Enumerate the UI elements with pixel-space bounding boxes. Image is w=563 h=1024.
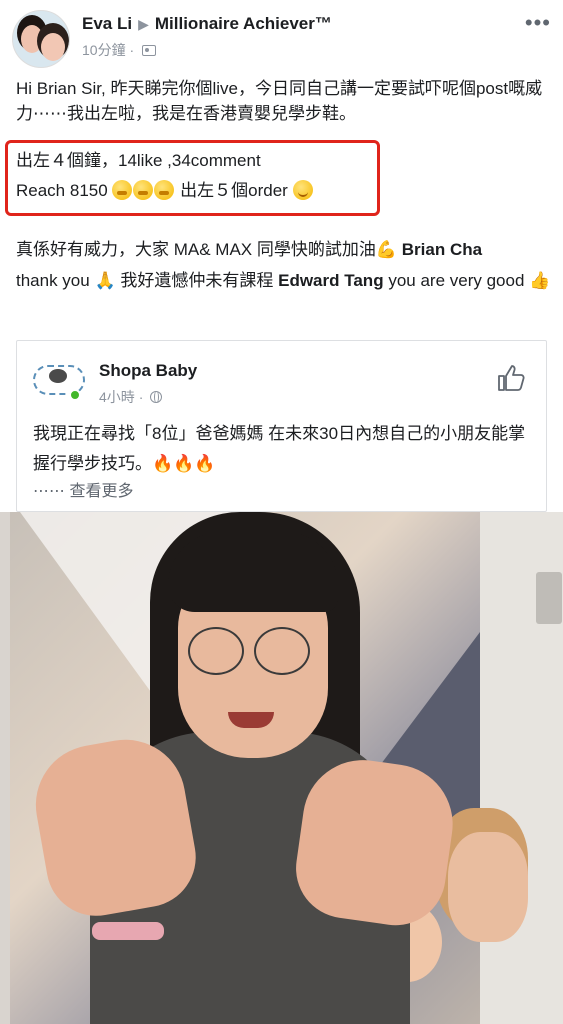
author-line: Eva Li ▶ Millionaire Achiever™: [82, 14, 332, 34]
shared-post-body: 我現正在尋找「8位」爸爸媽媽 在未來30日內想自己的小朋友能掌握行學步技巧。: [33, 424, 526, 473]
avatar-face-adult: [21, 25, 43, 53]
tag-edward-tang[interactable]: Edward Tang: [278, 271, 383, 290]
shared-post-card[interactable]: Shopa Baby 4小時 · 我現正在尋找「8位」爸爸媽媽 在未來30日內想…: [16, 340, 547, 512]
body-part-4: you are very good: [388, 271, 525, 290]
photo-poster-mother: [448, 832, 528, 942]
sheep-icon: [49, 369, 67, 383]
thumbs-up-emoji: 👍: [529, 271, 551, 290]
group-name[interactable]: Millionaire Achiever™: [155, 14, 332, 33]
photo-bracelet: [92, 922, 164, 940]
shared-post-meta: 4小時 ·: [99, 387, 163, 407]
highlight-line-2: Reach 8150 出左５個order: [16, 178, 314, 203]
photo-person-bangs: [168, 532, 338, 612]
globe-icon: [150, 391, 163, 403]
hushed-face-emoji: [154, 180, 175, 200]
more-icon[interactable]: •••: [525, 12, 551, 34]
post-text: Hi Brian Sir, 昨天睇完你個live，今日同自己講一定要試吓呢個po…: [16, 79, 543, 123]
highlight-line-1: 出左４個鐘，14like ,34comment: [16, 151, 261, 170]
meta-separator: ·: [138, 389, 144, 405]
fire-emoji: 🔥🔥🔥: [152, 454, 216, 473]
hushed-face-emoji: [133, 180, 154, 200]
meta-separator: ·: [129, 42, 135, 58]
see-more-link[interactable]: ⋯⋯ 查看更多: [33, 477, 133, 501]
smiling-face-emoji: [292, 180, 313, 200]
body-part-2: thank you: [16, 271, 90, 290]
post-body: 真係好有威力，大家 MA& MAX 同學快啲試加油💪 Brian Cha tha…: [16, 234, 551, 296]
reach-text: Reach 8150: [16, 181, 108, 200]
body-part-3: 我好遺憾仲未有課程: [120, 271, 274, 290]
orders-text: 出左５個order: [180, 181, 288, 200]
glasses-right-lens: [254, 627, 310, 675]
body-part-1: 真係好有威力，大家 MA& MAX 同學快啲試加油: [16, 240, 376, 259]
post-header: Eva Li ▶ Millionaire Achiever™ 10分鐘 · •••: [0, 0, 563, 68]
shared-post-text: 我現正在尋找「8位」爸爸媽媽 在未來30日內想自己的小朋友能掌握行學步技巧。🔥🔥…: [33, 419, 533, 479]
online-status-dot: [69, 389, 81, 401]
author-avatar[interactable]: [12, 10, 70, 68]
photo-wall-switch: [536, 572, 562, 624]
glasses-left-lens: [188, 627, 244, 675]
hushed-face-emoji: [112, 180, 133, 200]
post-time[interactable]: 10分鐘: [82, 42, 126, 58]
folded-hands-emoji: 🙏: [94, 271, 116, 290]
shared-page-name[interactable]: Shopa Baby: [99, 361, 197, 381]
post-photo[interactable]: [0, 512, 563, 1024]
tag-brian-cha[interactable]: Brian Cha: [402, 240, 482, 259]
post-meta: 10分鐘 ·: [82, 40, 157, 60]
shopa-baby-logo[interactable]: [31, 355, 87, 405]
shared-post-time[interactable]: 4小時: [99, 389, 135, 405]
thumbs-up-icon[interactable]: [496, 363, 526, 393]
group-audience-icon: [142, 45, 157, 56]
share-arrow-icon: ▶: [138, 16, 149, 32]
avatar-face-child: [41, 33, 65, 61]
author-name[interactable]: Eva Li: [82, 14, 132, 33]
flexed-biceps-emoji: 💪: [375, 240, 398, 259]
